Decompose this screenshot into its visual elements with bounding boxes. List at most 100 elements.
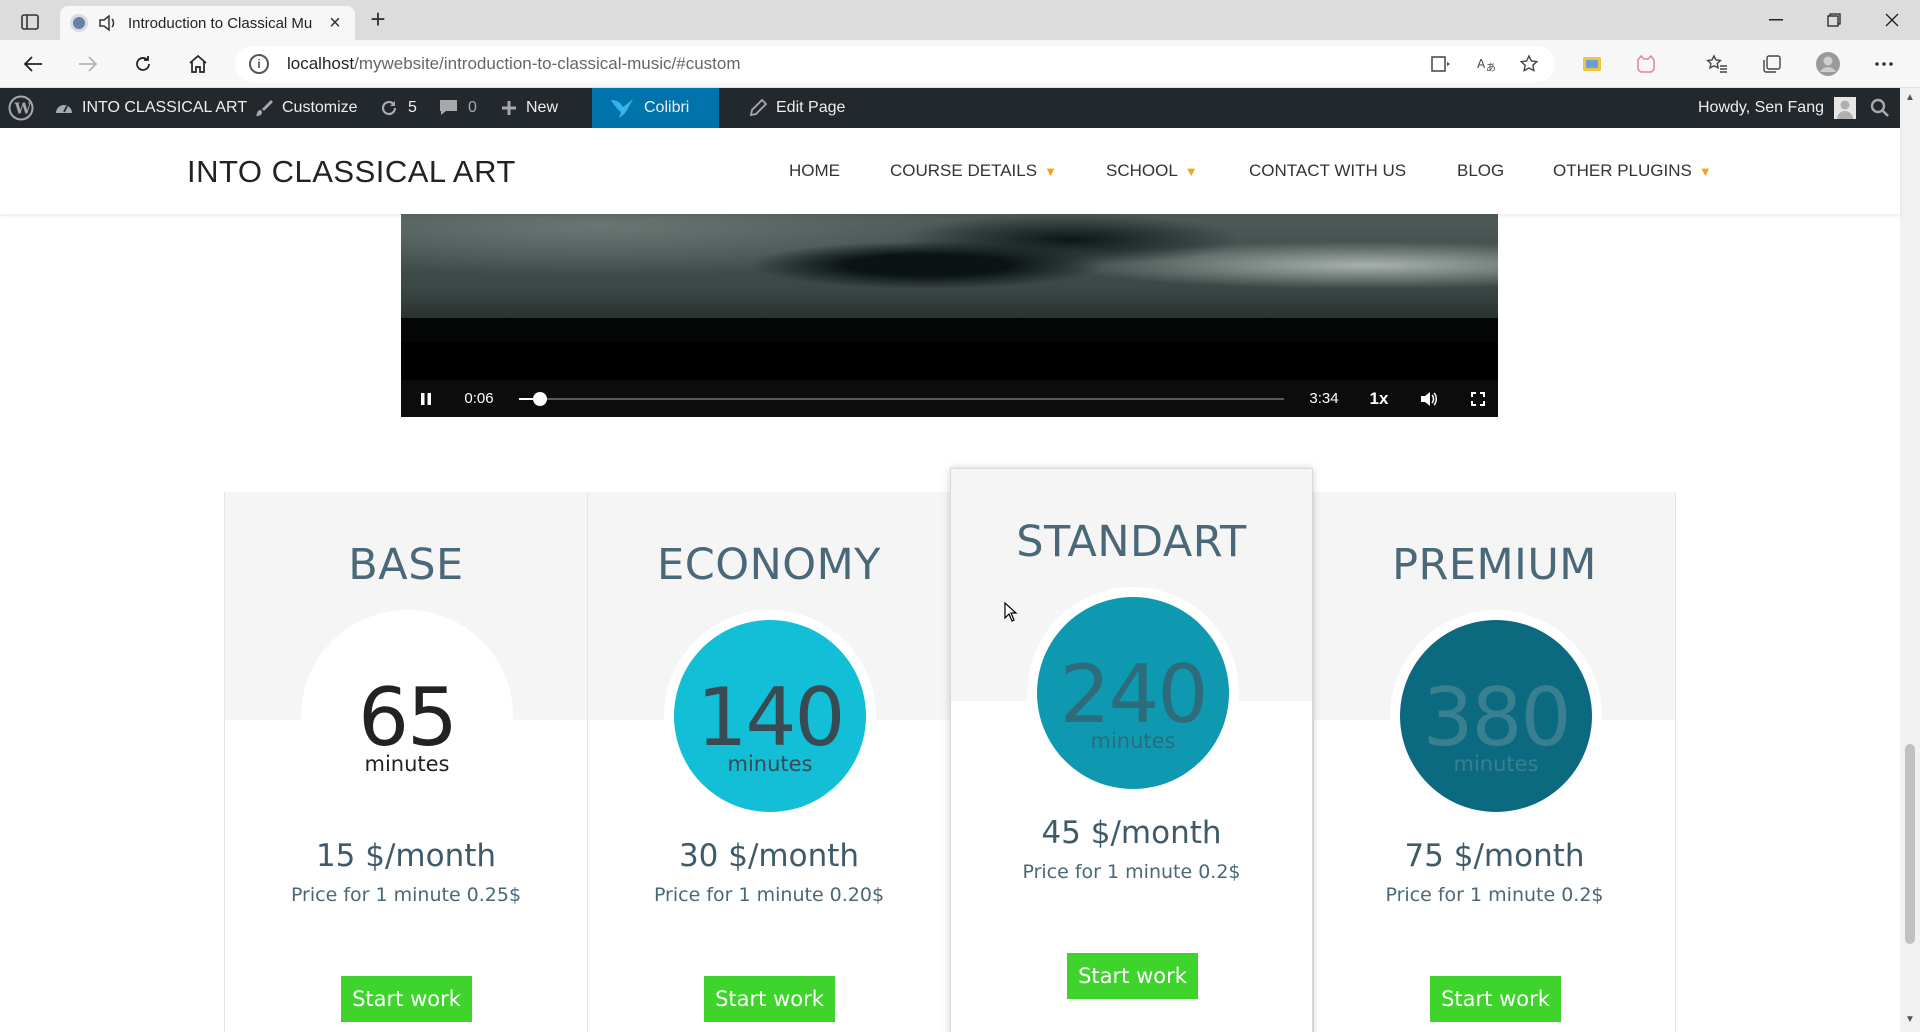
adminbar-site-name[interactable]: INTO CLASSICAL ART (54, 88, 247, 128)
favorites-icon[interactable] (1703, 50, 1731, 78)
plan-card-base: BASE 65 minutes 15 $/month Price for 1 m… (224, 492, 587, 1032)
plan-circle-ring: 140 minutes (664, 610, 876, 822)
start-work-button[interactable]: Start work (341, 976, 472, 1022)
restore-icon (1827, 13, 1841, 27)
adminbar-colibri-label: Colibri (644, 99, 690, 116)
plan-per-minute: Price for 1 minute 0.25$ (290, 884, 522, 906)
immersive-reader-icon[interactable] (1427, 50, 1455, 78)
plan-circle-ring: 380 minutes (1390, 610, 1602, 822)
pause-button[interactable] (411, 380, 441, 417)
back-arrow-icon (23, 56, 42, 72)
fullscreen-icon (1471, 391, 1485, 406)
chevron-down-icon: ▼ (1184, 163, 1198, 179)
minimize-button[interactable] (1756, 6, 1796, 34)
plan-minutes-circle: 240 minutes (1037, 597, 1229, 789)
minimize-icon (1769, 19, 1783, 21)
plan-name: STANDART (1016, 517, 1247, 567)
nav-course-details[interactable]: COURSE DETAILS ▼ (890, 161, 1057, 181)
comment-bubble-icon (438, 98, 460, 118)
nav-contact-label: CONTACT WITH US (1249, 161, 1407, 180)
adminbar-edit-page[interactable]: Edit Page (748, 88, 845, 128)
adminbar-updates[interactable]: 5 (378, 88, 417, 128)
profile-avatar-icon[interactable] (1814, 50, 1842, 78)
close-tab-icon[interactable]: × (325, 12, 345, 35)
reload-button[interactable] (128, 50, 158, 78)
video-progress-handle[interactable] (533, 392, 548, 406)
home-button[interactable] (183, 50, 213, 78)
svg-text:あ: あ (1486, 62, 1496, 74)
video-frame[interactable] (401, 214, 1498, 342)
plan-name: ECONOMY (657, 540, 881, 590)
wordpress-logo-button[interactable]: W (8, 88, 34, 128)
chevron-down-icon: ▼ (1044, 163, 1057, 179)
tab-actions-button[interactable] (12, 8, 48, 36)
playback-speed-button[interactable]: 1x (1359, 380, 1399, 417)
cat-extension-icon[interactable] (1632, 50, 1660, 78)
nav-home[interactable]: HOME (789, 161, 840, 181)
close-window-button[interactable] (1872, 6, 1912, 34)
plan-card-premium: PREMIUM 380 minutes 75 $/month Price for… (1313, 492, 1676, 1032)
plan-price: 45 $/month (1041, 815, 1222, 851)
nav-other-plugins[interactable]: OTHER PLUGINS ▼ (1553, 161, 1712, 181)
screen: { "browser": { "tab_title": "Introductio… (0, 0, 1920, 1032)
scrollbar-thumb[interactable] (1905, 744, 1915, 944)
video-player[interactable]: 0:06 3:34 1x (401, 214, 1498, 417)
site-header: INTO CLASSICAL ART HOME COURSE DETAILS ▼ … (0, 128, 1900, 214)
restore-button[interactable] (1814, 6, 1854, 34)
fullscreen-button[interactable] (1458, 380, 1498, 417)
adminbar-site-name-label: INTO CLASSICAL ART (82, 99, 248, 116)
start-work-button[interactable]: Start work (1067, 953, 1198, 999)
speaker-icon[interactable] (98, 14, 118, 32)
add-favorite-icon[interactable] (1516, 50, 1544, 78)
updates-count: 5 (408, 99, 417, 116)
nav-blog-label: BLOG (1457, 161, 1505, 180)
page-scrollbar[interactable]: ▲ ▼ (1900, 88, 1920, 1032)
tab-title: Introduction to Classical Mu (128, 14, 313, 32)
colibri-bird-icon (610, 97, 636, 119)
forward-button[interactable] (73, 50, 103, 78)
adminbar-comments[interactable]: 0 (438, 88, 477, 128)
new-tab-button[interactable]: + (363, 6, 393, 34)
translate-icon[interactable]: Aあ (1472, 50, 1500, 78)
nav-contact[interactable]: CONTACT WITH US (1249, 161, 1406, 181)
extension-icon[interactable] (1578, 50, 1606, 78)
browser-tab-active[interactable]: Introduction to Classical Mu × (60, 6, 355, 40)
nav-school[interactable]: SCHOOL ▼ (1106, 161, 1198, 181)
adminbar-account[interactable]: Howdy, Sen Fang (1698, 88, 1856, 128)
video-progress-bar[interactable] (519, 392, 1284, 406)
collections-icon[interactable] (1758, 50, 1786, 78)
adminbar-new-label: New (526, 99, 559, 116)
home-icon (189, 54, 207, 73)
video-controls: 0:06 3:34 1x (401, 380, 1498, 417)
plan-price: 30 $/month (678, 838, 860, 874)
plan-minutes-unit: minutes (364, 752, 450, 776)
adminbar-colibri[interactable]: Colibri (592, 88, 720, 128)
adminbar-new[interactable]: New (500, 88, 558, 128)
plan-card-economy: ECONOMY 140 minutes 30 $/month Price for… (587, 492, 950, 1032)
site-title[interactable]: INTO CLASSICAL ART (187, 154, 516, 190)
settings-more-icon[interactable] (1870, 50, 1898, 78)
close-icon (1885, 13, 1899, 27)
adminbar-search[interactable] (1870, 88, 1890, 128)
svg-text:W: W (14, 100, 33, 118)
start-work-button[interactable]: Start work (704, 976, 835, 1022)
scroll-down-arrow-icon[interactable]: ▼ (1904, 1014, 1916, 1026)
nav-blog[interactable]: BLOG (1457, 161, 1504, 181)
back-button[interactable] (18, 50, 48, 78)
plan-name: BASE (348, 540, 464, 590)
address-bar[interactable]: i localhost/mywebsite/introduction-to-cl… (235, 46, 1555, 82)
scroll-up-arrow-icon[interactable]: ▲ (1904, 92, 1916, 104)
plan-minutes-unit: minutes (727, 752, 813, 776)
site-info-icon[interactable]: i (249, 54, 269, 74)
volume-button[interactable] (1409, 380, 1449, 417)
start-work-button[interactable]: Start work (1430, 976, 1561, 1022)
plan-minutes-circle: 380 minutes (1400, 620, 1592, 812)
adminbar-customize[interactable]: Customize (254, 88, 358, 128)
paintbrush-icon (254, 99, 274, 117)
wp-admin-bar: W INTO CLASSICAL ART Customize 5 0 New C… (0, 88, 1920, 128)
plan-circle-ring: 240 minutes (1027, 587, 1239, 799)
url-path: /mywebsite/introduction-to-classical-mus… (354, 54, 741, 73)
nav-other-plugins-label: OTHER PLUGINS (1553, 161, 1692, 180)
address-bar-url[interactable]: localhost/mywebsite/introduction-to-clas… (287, 54, 741, 74)
browser-navigation-bar: i localhost/mywebsite/introduction-to-cl… (0, 40, 1920, 88)
